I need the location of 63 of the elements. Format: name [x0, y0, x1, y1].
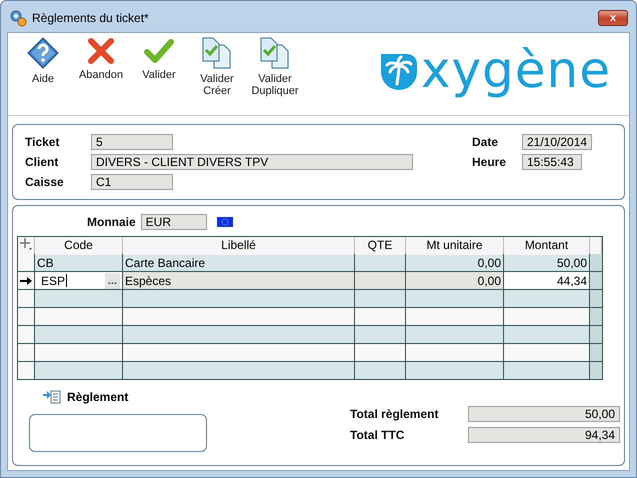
table-row[interactable]: CB Carte Bancaire 0,00 50,00 [18, 254, 602, 272]
field-value: 5 [91, 134, 173, 150]
close-button[interactable]: x [598, 10, 628, 26]
gears-icon [9, 9, 27, 27]
column-header[interactable]: Code [35, 237, 123, 255]
column-header[interactable]: Mt unitaire [406, 237, 504, 255]
total-value: 50,00 [468, 406, 620, 422]
field-value: DIVERS - CLIENT DIVERS TPV [91, 154, 413, 170]
payment-button[interactable]: Règlement [43, 390, 352, 404]
arrow-list-icon [43, 390, 61, 404]
close-icon [87, 37, 115, 65]
row-indicator[interactable] [18, 290, 35, 307]
row-indicator[interactable] [18, 272, 35, 289]
field-value: EUR [140, 214, 207, 230]
table-cell: 0,00 [406, 272, 504, 289]
field-value: 15:55:43 [522, 154, 582, 170]
field-value: 21/10/2014 [522, 134, 592, 150]
table-row[interactable] [18, 326, 602, 344]
field-label: Monnaie [87, 215, 136, 229]
checkmark-icon [144, 37, 174, 65]
toolbar-button[interactable]: Valider Créer [188, 37, 246, 97]
notes-box[interactable] [29, 414, 207, 452]
row-indicator[interactable] [18, 326, 35, 343]
window-title: Règlements du ticket* [32, 11, 150, 25]
field-label: Client [25, 155, 60, 169]
logo-text: xygène [420, 45, 611, 95]
total-label: Total TTC [350, 428, 406, 442]
column-header[interactable]: QTE [355, 237, 406, 255]
browse-button[interactable]: ... [104, 272, 120, 288]
table-row[interactable]: ESP ... Espèces 0,00 44,34 [18, 272, 602, 290]
field-label: Date [472, 135, 500, 149]
table-cell: Carte Bancaire [123, 254, 355, 271]
total-label: Total règlement [350, 407, 440, 421]
documents-check-icon [201, 37, 233, 69]
table-row[interactable] [18, 308, 602, 326]
flag-icon [216, 217, 233, 227]
field-label: Caisse [25, 175, 65, 189]
toolbar-button[interactable]: Valider Dupliquer [246, 37, 304, 97]
toolbar-button[interactable]: Abandon [72, 37, 130, 81]
add-row-icon[interactable] [19, 237, 33, 251]
table-row[interactable] [18, 344, 602, 362]
column-header[interactable]: Libellé [123, 237, 355, 255]
total-value: 94,34 [468, 427, 620, 443]
table-row[interactable] [18, 290, 602, 308]
text-cursor [66, 274, 68, 287]
table-cell: CB [35, 254, 123, 271]
current-row-arrow-icon [20, 276, 32, 286]
field-value: C1 [91, 174, 173, 190]
table-cell: Espèces [123, 272, 355, 289]
code-input[interactable]: ESP ... [35, 272, 123, 289]
table-cell [355, 272, 406, 289]
toolbar-button[interactable]: Aide [14, 37, 72, 85]
row-indicator[interactable] [18, 254, 35, 271]
help-icon [27, 37, 59, 69]
documents-check-icon [259, 37, 291, 69]
field-label: Ticket [25, 135, 60, 149]
table-cell: 44,34 [504, 272, 590, 289]
field-label: Heure [472, 155, 508, 169]
toolbar-button[interactable]: Valider [130, 37, 188, 81]
column-header[interactable]: Montant [504, 237, 590, 255]
header-cell [590, 237, 602, 255]
table-cell: 0,00 [406, 254, 504, 271]
row-indicator[interactable] [18, 362, 35, 379]
